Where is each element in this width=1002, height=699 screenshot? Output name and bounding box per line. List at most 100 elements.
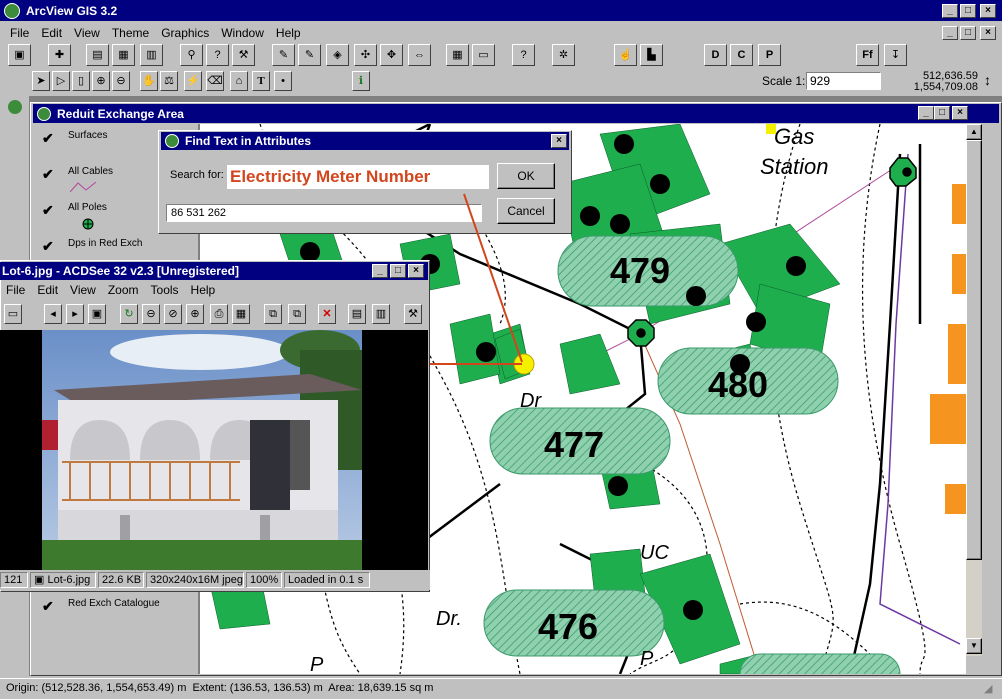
open-folder-icon[interactable]: ▭ bbox=[4, 304, 22, 324]
menu-file[interactable]: File bbox=[4, 26, 35, 40]
acdsee-menu-view[interactable]: View bbox=[64, 283, 102, 297]
measure-icon[interactable]: ⚖ bbox=[160, 71, 178, 91]
hammer-icon[interactable]: ⚒ bbox=[232, 44, 255, 66]
label-icon[interactable]: ⌫ bbox=[206, 71, 224, 91]
acdsee-menu-edit[interactable]: Edit bbox=[31, 283, 64, 297]
cancel-button[interactable]: Cancel bbox=[497, 198, 555, 224]
menu-view[interactable]: View bbox=[68, 26, 106, 40]
vertex-edit-icon[interactable]: ▷ bbox=[52, 71, 70, 91]
point-tool-icon[interactable]: • bbox=[274, 71, 292, 91]
info-icon[interactable]: ℹ bbox=[352, 71, 370, 91]
legend-item-red-exch-catalogue[interactable]: ✔ Red Exch Catalogue bbox=[42, 598, 160, 614]
acdsee-menu-help[interactable]: Help bbox=[185, 283, 222, 297]
select-feature-icon[interactable]: ✎ bbox=[298, 44, 321, 66]
checkbox-icon[interactable]: ✔ bbox=[42, 202, 54, 219]
close-button[interactable]: × bbox=[980, 4, 996, 18]
font-button[interactable]: Ff bbox=[856, 44, 879, 66]
zoom-in-icon[interactable]: ⊕ bbox=[186, 304, 204, 324]
callout-icon[interactable]: ⌂ bbox=[230, 71, 248, 91]
acdsee-menu-file[interactable]: File bbox=[0, 283, 31, 297]
zoom-out-icon[interactable]: ⊖ bbox=[142, 304, 160, 324]
paste-icon[interactable]: ⧉ bbox=[288, 304, 306, 324]
locate-icon[interactable]: ? bbox=[206, 44, 229, 66]
text-tool-icon[interactable]: T bbox=[252, 71, 270, 91]
d-button[interactable]: D bbox=[704, 44, 727, 66]
legend-item-all-poles[interactable]: ✔ All Poles bbox=[42, 202, 107, 230]
pointer-icon[interactable]: ➤ bbox=[32, 71, 50, 91]
menu-edit[interactable]: Edit bbox=[35, 26, 68, 40]
ok-button[interactable]: OK bbox=[497, 163, 555, 189]
zoom-active-icon[interactable]: ✥ bbox=[380, 44, 403, 66]
minimize-button[interactable]: _ bbox=[942, 4, 958, 18]
bug-icon[interactable]: ✲ bbox=[552, 44, 575, 66]
print-icon[interactable]: ⎙ bbox=[210, 304, 228, 324]
grid-icon[interactable]: ▦ bbox=[446, 44, 469, 66]
info-panel-icon[interactable]: ▥ bbox=[372, 304, 390, 324]
select-rect-icon[interactable]: ▯ bbox=[72, 71, 90, 91]
search-input[interactable]: 86 531 262 bbox=[166, 204, 482, 222]
image-filename: ▣ Lot-6.jpg bbox=[30, 572, 96, 588]
legend-item-dps[interactable]: ✔ Dps in Red Exch bbox=[42, 238, 142, 254]
query-builder-icon[interactable]: ✎ bbox=[272, 44, 295, 66]
p-button[interactable]: P bbox=[758, 44, 781, 66]
acdsee-minimize-button[interactable]: _ bbox=[372, 264, 388, 278]
view-close-button[interactable]: × bbox=[952, 106, 968, 120]
zoom-reset-icon[interactable]: ⊘ bbox=[164, 304, 182, 324]
add-theme-icon[interactable]: ✚ bbox=[48, 44, 71, 66]
save-icon[interactable]: ▣ bbox=[8, 44, 31, 66]
prev-image-icon[interactable]: ◂ bbox=[44, 304, 62, 324]
help-icon[interactable]: ? bbox=[512, 44, 535, 66]
menu-theme[interactable]: Theme bbox=[106, 26, 155, 40]
chart-icon[interactable]: ▙ bbox=[640, 44, 663, 66]
open-table-icon[interactable]: ▥ bbox=[140, 44, 163, 66]
checkbox-icon[interactable]: ✔ bbox=[42, 130, 54, 147]
properties-icon[interactable]: ▤ bbox=[348, 304, 366, 324]
slideshow-icon[interactable]: ▦ bbox=[232, 304, 250, 324]
maximize-button[interactable]: □ bbox=[960, 4, 976, 18]
find-icon[interactable]: ⚲ bbox=[180, 44, 203, 66]
rotate-icon[interactable]: ↻ bbox=[120, 304, 138, 324]
theme-properties-icon[interactable]: ▤ bbox=[86, 44, 109, 66]
next-image-icon[interactable]: ▸ bbox=[66, 304, 84, 324]
pointer-down-icon[interactable]: ↧ bbox=[884, 44, 907, 66]
copy-icon[interactable]: ⧉ bbox=[264, 304, 282, 324]
acdsee-maximize-button[interactable]: □ bbox=[390, 264, 406, 278]
scroll-down-button[interactable]: ▼ bbox=[966, 638, 982, 654]
legend-item-surfaces[interactable]: ✔ Surfaces bbox=[42, 130, 107, 146]
doc-restore-button[interactable]: □ bbox=[960, 26, 976, 40]
tools-icon[interactable]: ⚒ bbox=[404, 304, 422, 324]
zoom-full-icon[interactable]: ✣ bbox=[354, 44, 377, 66]
pole-symbol-icon bbox=[82, 218, 94, 230]
c-button[interactable]: C bbox=[730, 44, 753, 66]
menu-graphics[interactable]: Graphics bbox=[155, 26, 215, 40]
checkbox-icon[interactable]: ✔ bbox=[42, 166, 54, 183]
browse-icon[interactable]: ▣ bbox=[88, 304, 106, 324]
acdsee-close-button[interactable]: × bbox=[408, 264, 424, 278]
view-maximize-button[interactable]: □ bbox=[934, 106, 950, 120]
find-dialog-close-button[interactable]: × bbox=[551, 134, 567, 148]
zoom-in-icon[interactable]: ⊕ bbox=[92, 71, 110, 91]
zoom-selected-icon[interactable]: ⇔ bbox=[408, 44, 431, 66]
checkbox-icon[interactable]: ✔ bbox=[42, 598, 54, 615]
scroll-up-button[interactable]: ▲ bbox=[966, 124, 982, 140]
delete-icon[interactable]: ✕ bbox=[318, 304, 336, 324]
doc-minimize-button[interactable]: _ bbox=[942, 26, 958, 40]
menu-window[interactable]: Window bbox=[215, 26, 270, 40]
acdsee-menu-tools[interactable]: Tools bbox=[145, 283, 185, 297]
menu-help[interactable]: Help bbox=[270, 26, 307, 40]
checkbox-icon[interactable]: ✔ bbox=[42, 238, 54, 255]
scroll-thumb[interactable] bbox=[966, 140, 982, 560]
legend-item-all-cables[interactable]: ✔ All Cables bbox=[42, 166, 113, 193]
hotlink-icon[interactable]: ⚡ bbox=[184, 71, 202, 91]
doc-close-button[interactable]: × bbox=[980, 26, 996, 40]
pan-icon[interactable]: ✋ bbox=[140, 71, 158, 91]
zoom-out-icon[interactable]: ⊖ bbox=[112, 71, 130, 91]
clear-selection-icon[interactable]: ◈ bbox=[326, 44, 349, 66]
edit-legend-icon[interactable]: ▦ bbox=[112, 44, 135, 66]
hand-icon[interactable]: ☝ bbox=[614, 44, 637, 66]
acdsee-menu-zoom[interactable]: Zoom bbox=[102, 283, 145, 297]
photo-viewport[interactable] bbox=[0, 330, 428, 570]
scale-input[interactable]: 929 bbox=[806, 72, 881, 90]
view-minimize-button[interactable]: _ bbox=[918, 106, 934, 120]
layout-icon[interactable]: ▭ bbox=[472, 44, 495, 66]
